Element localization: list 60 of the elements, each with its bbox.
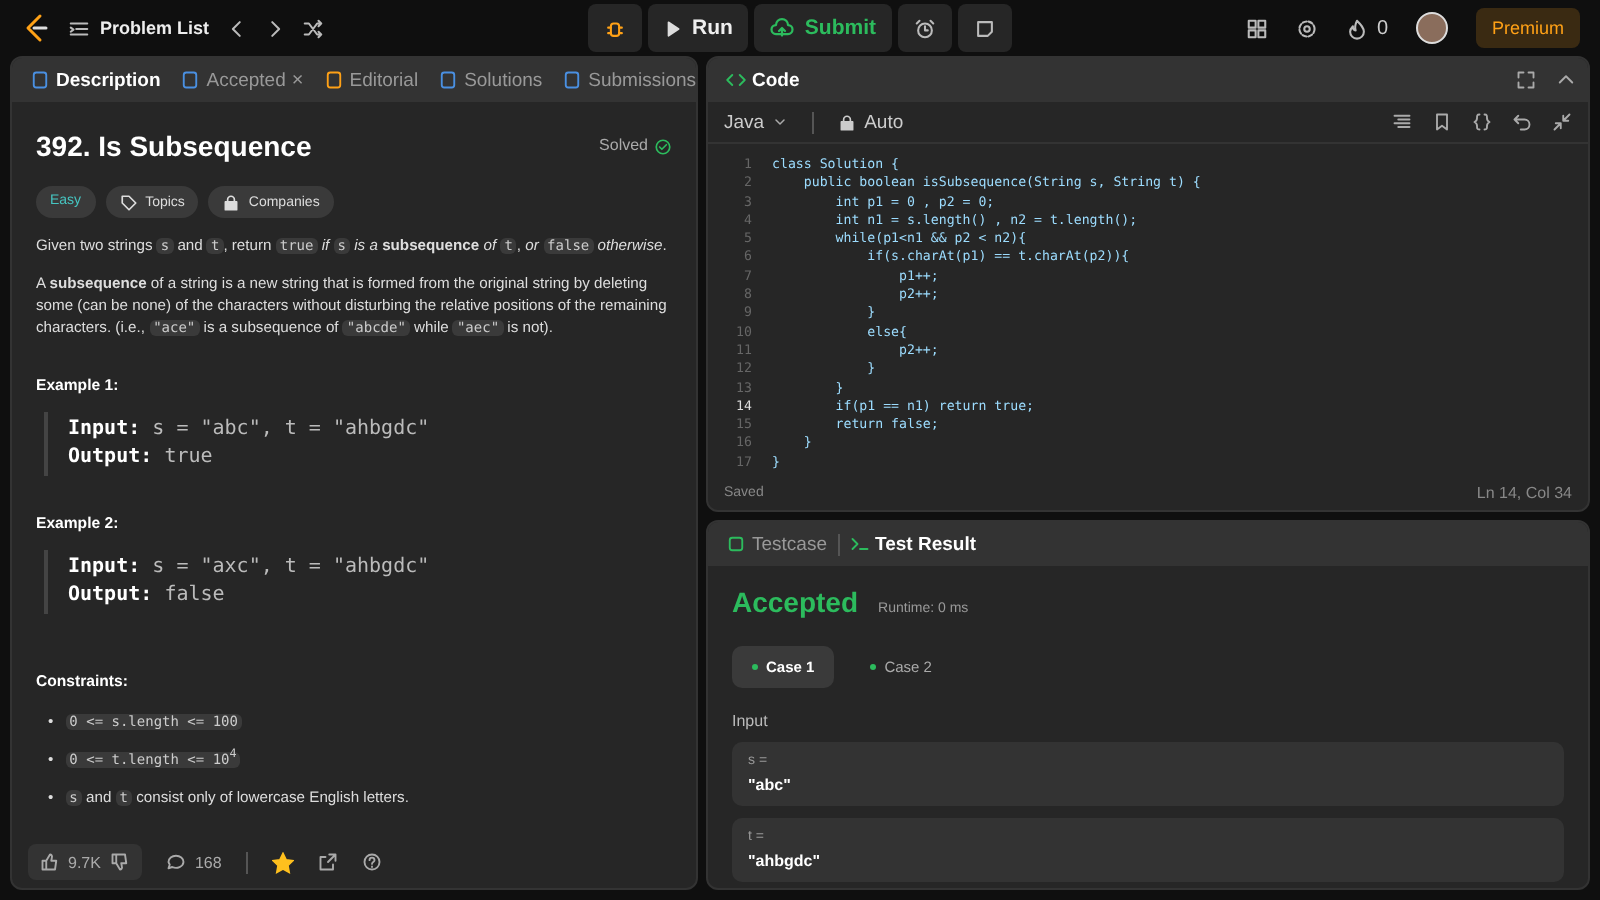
panel-tab[interactable]: Description [24, 65, 167, 95]
variable-value: "ahbgdc" [748, 852, 823, 870]
input-label: Input [732, 712, 770, 730]
flame-icon [1346, 17, 1369, 39]
shuffle-icon[interactable] [301, 17, 324, 39]
example-block: Input: s = "axc", t = "ahbgdc" Output: false [44, 550, 672, 615]
cloud-upload-icon [770, 16, 795, 40]
share-icon[interactable] [317, 852, 338, 872]
list-icon [68, 17, 90, 39]
debug-button[interactable] [588, 4, 642, 52]
panel-tab[interactable]: Solutions [432, 65, 549, 95]
terminal-icon [849, 534, 869, 554]
bug-icon [604, 17, 626, 39]
panel-tab[interactable]: Testcase [720, 529, 833, 559]
example-block: Input: s = "abc", t = "ahbgdc" Output: true [44, 412, 672, 477]
alarm-button[interactable] [898, 4, 953, 52]
autocomplete-mode[interactable]: Auto [838, 111, 904, 133]
panel-tab[interactable]: Editorial [317, 65, 425, 95]
language-dropdown[interactable]: Java [724, 111, 789, 133]
variable-value: "abc" [748, 776, 793, 794]
panel-tab[interactable]: Test Result [843, 529, 983, 559]
problem-title[interactable]: 392. Is Subsequence [36, 126, 312, 167]
panel-tab[interactable]: Submissions [556, 65, 696, 95]
collapse-icon[interactable] [1552, 112, 1572, 132]
grid-icon[interactable] [1246, 17, 1269, 39]
lock-icon [838, 113, 857, 131]
thumbs-down-icon[interactable] [110, 852, 131, 872]
comments-button[interactable]: 168 [166, 852, 222, 872]
undo-icon[interactable] [1512, 112, 1532, 132]
close-icon[interactable]: × [291, 69, 304, 91]
streak-counter[interactable]: 0 [1346, 17, 1388, 39]
problem-list-button[interactable]: Problem List [68, 17, 210, 39]
format-icon[interactable] [1392, 112, 1412, 132]
alarm-clock-icon [914, 17, 937, 39]
play-icon [664, 19, 682, 37]
cursor-position: Ln 14, Col 34 [1476, 483, 1572, 501]
panel-tab[interactable]: Accepted × [174, 65, 310, 95]
lock-icon [222, 193, 241, 212]
help-icon[interactable] [361, 852, 382, 872]
check-circle-icon [654, 137, 672, 156]
run-button[interactable]: Run [648, 4, 749, 52]
code-icon [726, 70, 746, 90]
braces-icon[interactable] [1472, 112, 1492, 132]
thumbs-up-icon [40, 852, 60, 872]
note-icon [974, 17, 997, 39]
notes-button[interactable] [958, 4, 1013, 52]
fullscreen-icon[interactable] [1516, 70, 1536, 90]
bookmark-icon[interactable] [1432, 112, 1452, 132]
comment-icon [166, 852, 187, 872]
star-icon[interactable] [271, 851, 294, 873]
checkbox-icon [726, 534, 746, 554]
solved-status: Solved [599, 134, 672, 158]
code-tab[interactable]: Code [720, 65, 806, 95]
chevron-down-icon [772, 114, 789, 130]
avatar[interactable] [1416, 12, 1448, 44]
settings-icon[interactable] [1296, 17, 1319, 39]
submit-button[interactable]: Submit [754, 4, 893, 52]
premium-button[interactable]: Premium [1476, 8, 1581, 48]
tag-icon [119, 193, 138, 212]
verdict-text: Accepted [732, 586, 859, 618]
